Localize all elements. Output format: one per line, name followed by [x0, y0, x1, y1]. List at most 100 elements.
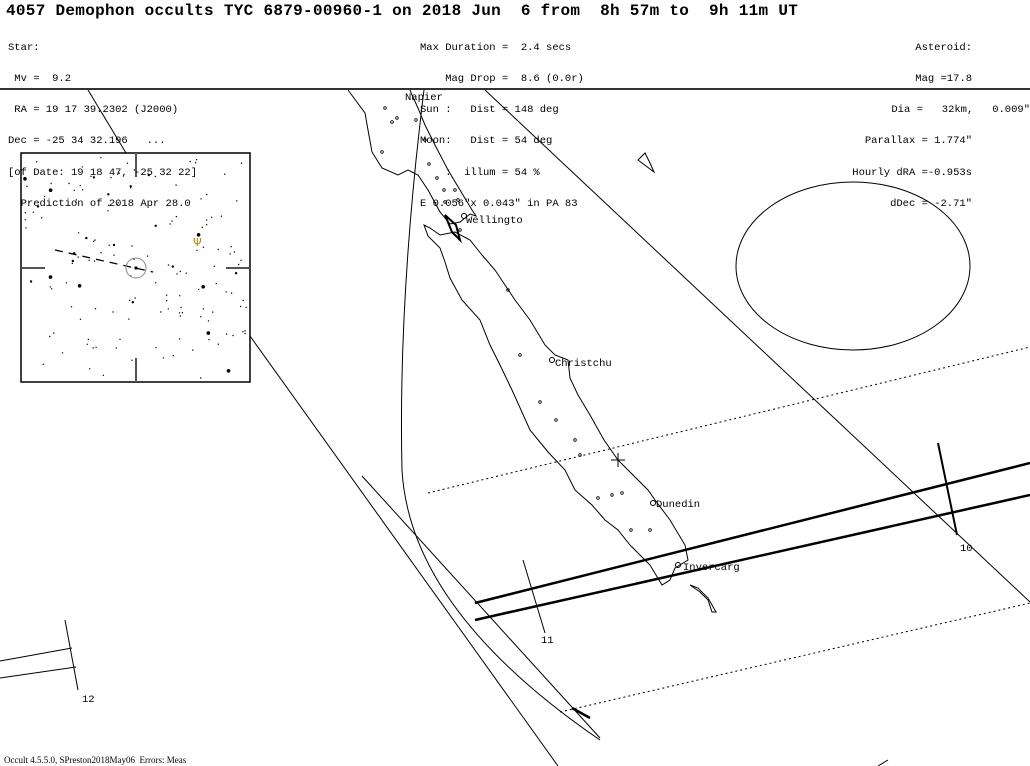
field-star	[178, 338, 181, 340]
occultation-map-page: 4057 Demophon occults TYC 6879-00960-1 o…	[0, 0, 1030, 766]
asteroid-info: Asteroid: Mag =17.8 Dia = 32km, 0.009" P…	[852, 22, 1030, 230]
inset-symbol: Ψ	[193, 236, 202, 249]
asteroid-mag: Mag =17.8	[915, 73, 972, 86]
field-star	[242, 331, 244, 333]
field-star	[128, 299, 131, 301]
field-star	[162, 357, 165, 359]
field-star	[131, 359, 133, 361]
field-star	[77, 232, 80, 234]
field-star	[185, 272, 187, 274]
star-info: Star: Mv = 9.2 RA = 19 17 39.2302 (J2000…	[8, 22, 197, 230]
field-star	[89, 368, 91, 370]
field-star	[217, 343, 219, 345]
field-star	[102, 374, 105, 376]
path-fragment	[571, 706, 591, 720]
field-star	[196, 249, 198, 251]
field-star	[236, 200, 238, 202]
prediction-date: Prediction of 2018 Apr 28.0	[8, 197, 191, 210]
coastline-south-island	[423, 223, 689, 586]
field-star	[215, 282, 217, 285]
star-mv: Mv = 9.2	[8, 73, 72, 86]
centre-line-dotted	[427, 346, 1030, 494]
town-dot	[383, 106, 387, 110]
field-star	[53, 332, 55, 334]
field-star	[93, 240, 95, 242]
field-star	[71, 259, 75, 263]
city-label-invercargill: Invercarg	[683, 562, 740, 574]
field-star	[202, 246, 205, 248]
field-star	[200, 198, 202, 200]
field-star	[205, 224, 208, 226]
field-star	[240, 162, 243, 164]
error-ellipse: E 0.056"x 0.043" in PA 83	[420, 197, 578, 210]
field-star	[92, 347, 94, 349]
field-star	[206, 193, 208, 196]
field-star	[226, 369, 231, 373]
field-star	[100, 252, 102, 254]
field-star	[201, 226, 204, 228]
town-dot	[648, 528, 652, 532]
field-star	[85, 236, 88, 240]
town-dot	[610, 493, 614, 497]
asteroid-diameter: Dia = 32km, 0.009"	[891, 104, 1030, 117]
town-dot	[390, 120, 394, 124]
field-star	[61, 352, 64, 354]
coastline-stewart-island	[689, 584, 717, 613]
star-ra: RA = 19 17 39.2302 (J2000)	[8, 104, 179, 117]
coastline-island	[637, 152, 656, 174]
town-dot	[573, 438, 577, 442]
field-star	[88, 259, 90, 261]
hourly-dra: Hourly dRA =-0.953s	[852, 166, 972, 179]
target-star-circle	[125, 257, 147, 279]
field-star	[94, 308, 97, 310]
town-dot	[506, 288, 510, 292]
field-star	[65, 282, 68, 284]
path-south-limit-left	[0, 666, 77, 679]
field-star	[93, 260, 96, 262]
town-dot	[620, 491, 624, 495]
field-star	[225, 333, 228, 335]
field-star	[165, 294, 168, 296]
field-star	[179, 270, 181, 273]
field-star	[77, 284, 82, 288]
field-star	[73, 252, 76, 255]
field-star	[238, 263, 240, 266]
field-star	[232, 334, 234, 337]
moon-illumination: : illum = 54 %	[420, 166, 540, 179]
limit-line	[361, 475, 601, 739]
field-star	[115, 347, 118, 349]
field-star	[200, 316, 202, 318]
field-star	[79, 318, 82, 320]
field-star	[233, 251, 236, 253]
town-dot	[578, 453, 582, 457]
field-star	[71, 262, 74, 265]
field-star	[133, 258, 135, 260]
field-star	[155, 347, 157, 349]
field-star	[95, 346, 97, 349]
field-star	[234, 272, 238, 275]
time-tick-11	[522, 559, 546, 634]
field-star	[112, 243, 116, 247]
moon-distance: Moon: Dist = 54 deg	[420, 135, 553, 148]
field-star	[225, 291, 227, 293]
event-title: 4057 Demophon occults TYC 6879-00960-1 o…	[6, 2, 799, 20]
field-star	[70, 306, 73, 308]
sun-distance: Sun : Dist = 148 deg	[420, 104, 559, 117]
field-star	[49, 335, 51, 338]
field-star	[240, 259, 242, 261]
field-star	[201, 285, 205, 289]
limit-line	[877, 759, 889, 766]
field-star	[213, 265, 215, 267]
field-star	[208, 338, 210, 341]
field-star	[181, 312, 184, 314]
path-south-limit	[474, 493, 1030, 622]
field-star	[217, 248, 219, 251]
field-star	[166, 300, 168, 302]
town-dot	[380, 150, 384, 154]
field-star	[230, 292, 233, 294]
town-dot	[596, 496, 600, 500]
town-dot	[414, 118, 418, 122]
field-star	[48, 275, 53, 279]
field-star	[94, 239, 96, 241]
field-star	[167, 264, 170, 266]
